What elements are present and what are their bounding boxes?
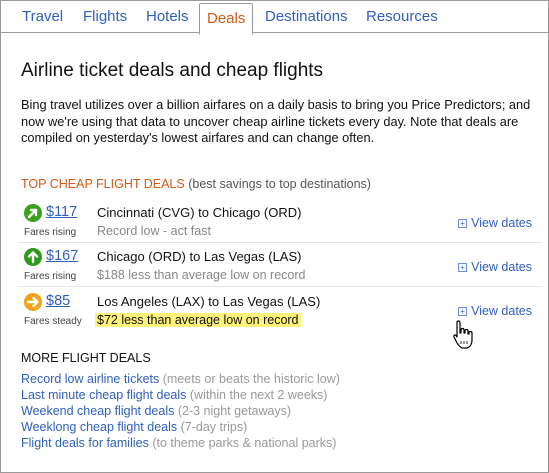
deals-panel: Travel Flights Hotels Deals Destinations…: [0, 0, 549, 473]
deal-note: Record low - act fast: [97, 224, 211, 238]
tab-deals[interactable]: Deals: [199, 3, 254, 35]
deal-note: $188 less than average low on record: [97, 268, 306, 282]
tab-hotels[interactable]: Hotels: [146, 1, 189, 32]
more-deal-link[interactable]: Last minute cheap flight deals: [21, 388, 186, 402]
deal-price-link[interactable]: $85: [46, 293, 70, 309]
list-item: Flight deals for families (to theme park…: [21, 435, 340, 451]
top-deals-subtitle: (best savings to top destinations): [188, 177, 371, 191]
deal-row: $117 Fares rising Cincinnati (CVG) to Ch…: [18, 200, 542, 243]
fare-trend-label: Fares rising: [24, 271, 77, 282]
list-item: Record low airline tickets (meets or bea…: [21, 371, 340, 387]
view-dates-button[interactable]: + View dates: [458, 304, 532, 318]
deal-route: Cincinnati (CVG) to Chicago (ORD): [97, 205, 302, 220]
intro-text: Bing travel utilizes over a billion airf…: [21, 97, 531, 145]
tab-travel[interactable]: Travel: [22, 1, 63, 32]
deal-price-link[interactable]: $117: [46, 204, 77, 220]
tab-destinations[interactable]: Destinations: [265, 1, 348, 32]
deal-price-link[interactable]: $167: [46, 248, 78, 264]
more-deal-hint: (2-3 night getaways): [177, 404, 292, 418]
expand-plus-icon: +: [458, 263, 468, 272]
view-dates-button[interactable]: + View dates: [458, 260, 532, 274]
list-item: Weekend cheap flight deals (2-3 night ge…: [21, 403, 340, 419]
deal-route: Chicago (ORD) to Las Vegas (LAS): [97, 249, 302, 264]
tab-bar: Travel Flights Hotels Deals Destinations…: [1, 1, 548, 35]
fare-trend-label: Fares rising: [24, 227, 77, 238]
deal-row: $167 Fares rising Chicago (ORD) to Las V…: [18, 244, 542, 287]
more-deal-hint: (7-day trips): [180, 420, 248, 434]
view-dates-button[interactable]: + View dates: [458, 216, 532, 230]
more-deal-hint: (within the next 2 weeks): [189, 388, 328, 402]
tab-baseline: [1, 32, 548, 33]
deal-note-highlighted: $72 less than average low on record: [95, 313, 301, 327]
more-deal-link[interactable]: Weeklong cheap flight deals: [21, 420, 177, 434]
list-item: Weeklong cheap flight deals (7-day trips…: [21, 419, 340, 435]
more-deal-link[interactable]: Flight deals for families: [21, 436, 149, 450]
expand-plus-icon: +: [458, 219, 468, 228]
arrow-up-icon: [24, 248, 42, 266]
tab-flights[interactable]: Flights: [83, 1, 127, 32]
arrow-up-right-icon: [24, 204, 42, 222]
more-deal-link[interactable]: Record low airline tickets: [21, 372, 159, 386]
view-dates-label: View dates: [471, 304, 532, 318]
list-item: Last minute cheap flight deals (within t…: [21, 387, 340, 403]
hand-cursor-icon: [452, 319, 476, 351]
more-deals-list: Record low airline tickets (meets or bea…: [21, 371, 340, 451]
deal-route: Los Angeles (LAX) to Las Vegas (LAS): [97, 294, 321, 309]
page-title: Airline ticket deals and cheap flights: [21, 60, 324, 81]
more-deal-hint: (meets or beats the historic low): [162, 372, 340, 386]
more-deal-hint: (to theme parks & national parks): [152, 436, 337, 450]
top-deals-heading: TOP CHEAP FLIGHT DEALS (best savings to …: [21, 177, 371, 191]
view-dates-label: View dates: [471, 216, 532, 230]
view-dates-label: View dates: [471, 260, 532, 274]
top-deals-title: TOP CHEAP FLIGHT DEALS: [21, 177, 185, 191]
more-deal-link[interactable]: Weekend cheap flight deals: [21, 404, 174, 418]
arrow-right-icon: [24, 293, 42, 311]
expand-plus-icon: +: [458, 307, 468, 316]
fare-trend-label: Fares steady: [24, 316, 82, 327]
tab-resources[interactable]: Resources: [366, 1, 438, 32]
more-deals-heading: MORE FLIGHT DEALS: [21, 351, 151, 365]
